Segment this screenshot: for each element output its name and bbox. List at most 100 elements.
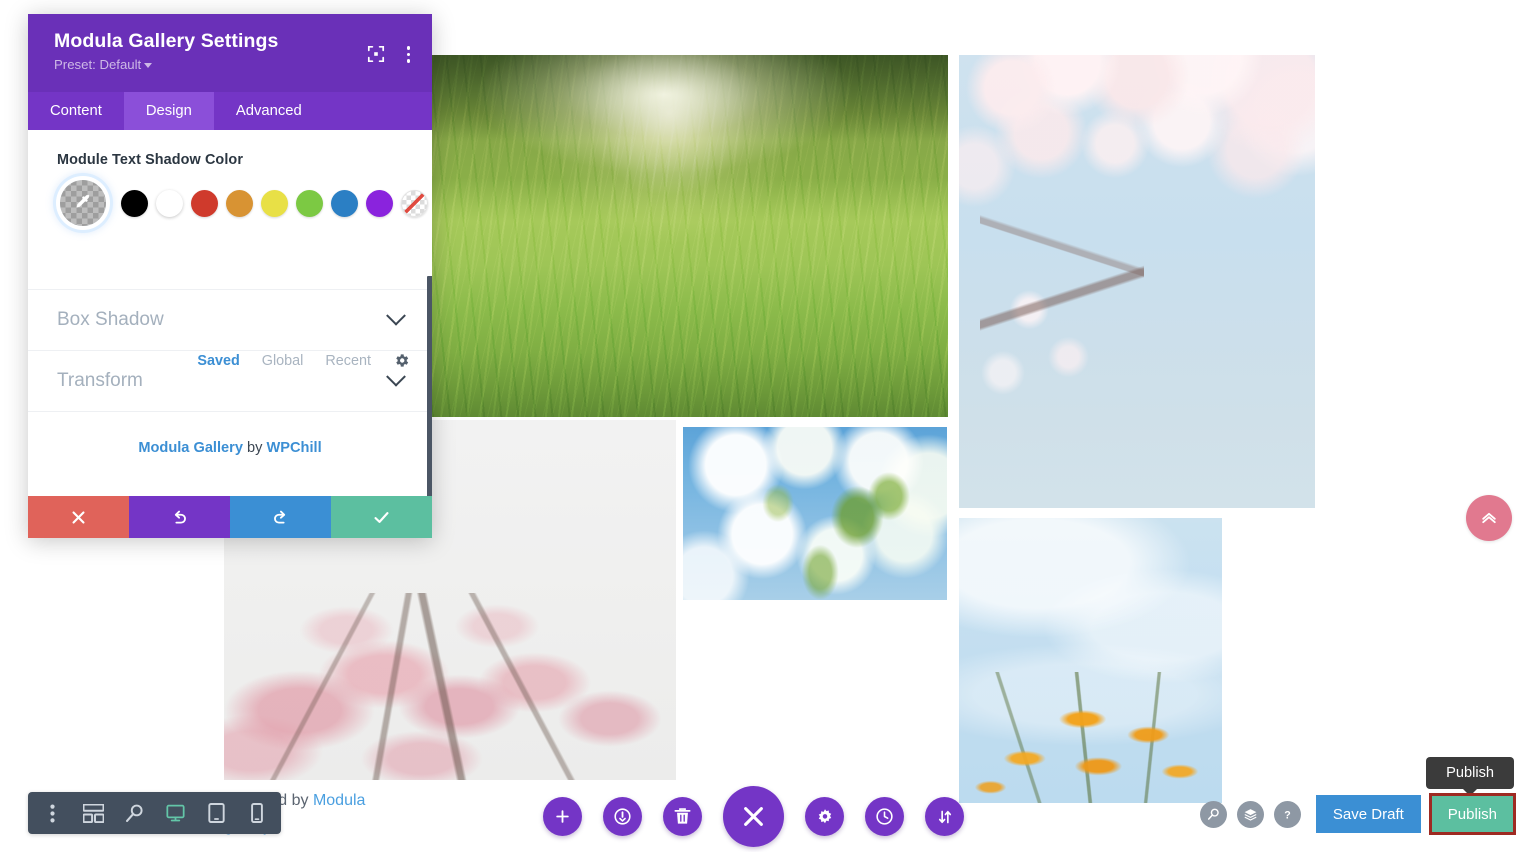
- help-button[interactable]: ?: [1273, 800, 1301, 828]
- wireframe-icon: [82, 803, 104, 823]
- color-picker-button[interactable]: [60, 180, 106, 226]
- eyedropper-icon: [75, 194, 89, 208]
- more-options-icon[interactable]: [403, 44, 415, 65]
- toolbar-tablet-icon[interactable]: [204, 801, 228, 825]
- publish-tooltip: Publish: [1426, 757, 1514, 789]
- chevron-down-icon: [386, 305, 406, 326]
- search-button[interactable]: [1199, 800, 1227, 828]
- picker-tab-saved[interactable]: Saved: [197, 353, 239, 369]
- close-x-icon: [744, 807, 763, 826]
- modal-scrollbar[interactable]: [427, 276, 432, 496]
- expand-icon[interactable]: [367, 45, 385, 63]
- swatch-red[interactable]: [191, 189, 218, 217]
- accordion-box-shadow[interactable]: Box Shadow: [28, 290, 432, 351]
- gallery-image-sakura-sky[interactable]: [959, 55, 1315, 508]
- up-down-arrows-icon: [938, 810, 951, 823]
- reorder-button[interactable]: [925, 797, 964, 836]
- redo-icon: [274, 510, 286, 524]
- toolbar-more-icon[interactable]: [40, 801, 64, 825]
- undo-icon: [174, 510, 186, 524]
- swatch-purple[interactable]: [366, 189, 393, 217]
- tab-content[interactable]: Content: [28, 92, 124, 130]
- toolbar-zoom-icon[interactable]: [122, 801, 146, 825]
- field-label-module-text-shadow-color: Module Text Shadow Color: [57, 152, 244, 168]
- header-actions: [367, 44, 415, 65]
- swatch-orange[interactable]: [226, 189, 253, 217]
- layers-icon: [1244, 808, 1257, 821]
- undo-button[interactable]: [129, 496, 230, 538]
- close-builder-button[interactable]: [723, 786, 784, 847]
- magnifier-icon: [1207, 808, 1219, 820]
- clock-icon: [876, 808, 893, 825]
- modula-link[interactable]: Modula: [313, 792, 365, 809]
- save-draft-button[interactable]: Save Draft: [1315, 795, 1421, 833]
- gallery-image-white-blossom[interactable]: [683, 427, 947, 600]
- toggle-builder-button[interactable]: [603, 797, 642, 836]
- gallery-image-grass-sunset[interactable]: [432, 55, 948, 417]
- modal-tabs: Content Design Advanced: [28, 92, 432, 130]
- toolbar-phone-icon[interactable]: [245, 801, 269, 825]
- swatch-white[interactable]: [156, 189, 183, 217]
- gear-icon: [818, 808, 831, 823]
- swatch-green[interactable]: [296, 189, 323, 217]
- layers-button[interactable]: [1236, 800, 1264, 828]
- save-draft-label: Save Draft: [1332, 805, 1404, 823]
- swatch-blue[interactable]: [331, 189, 358, 217]
- tab-advanced[interactable]: Advanced: [214, 92, 324, 130]
- settings-button[interactable]: [805, 797, 844, 836]
- tab-design[interactable]: Design: [123, 92, 214, 130]
- zoom-icon: [125, 804, 143, 822]
- color-source-tabs: Saved Global Recent: [197, 352, 410, 369]
- redo-button[interactable]: [230, 496, 331, 538]
- save-button[interactable]: [331, 496, 432, 538]
- more-dots-icon[interactable]: [28, 226, 94, 241]
- modula-gallery-credit-link[interactable]: Modula Gallery: [138, 440, 243, 456]
- accordion-label: Box Shadow: [57, 309, 164, 330]
- color-swatch-row: [28, 168, 432, 226]
- check-icon: [374, 511, 389, 523]
- gallery-image-cosmos[interactable]: [959, 518, 1222, 803]
- accordion-label: Transform: [57, 370, 143, 391]
- history-button[interactable]: [865, 797, 904, 836]
- question-mark-icon: ?: [1284, 809, 1290, 821]
- publish-button[interactable]: Publish: [1428, 793, 1517, 835]
- close-icon: [72, 510, 85, 524]
- preset-label: Preset: Default: [54, 57, 142, 72]
- builder-center-actions: [543, 786, 964, 847]
- builder-left-toolbar: [28, 792, 281, 834]
- toolbar-wireframe-icon[interactable]: [81, 801, 105, 825]
- trash-icon: [674, 808, 691, 824]
- module-settings-modal: Modula Gallery Settings Preset: Default …: [28, 14, 432, 538]
- credit-by: by: [242, 440, 267, 456]
- desktop-icon: [165, 804, 185, 822]
- chevron-up-icon: [1482, 512, 1496, 524]
- modal-body: Module Text Shadow Color Saved Global Re…: [28, 130, 432, 496]
- toolbar-desktop-icon[interactable]: [163, 801, 187, 825]
- publish-label: Publish: [1447, 805, 1497, 823]
- trash-button[interactable]: [663, 797, 702, 836]
- cancel-button[interactable]: [28, 496, 129, 538]
- picker-tab-recent[interactable]: Recent: [325, 353, 371, 369]
- wpchill-credit-link[interactable]: WPChill: [267, 440, 322, 456]
- power-icon: [614, 808, 631, 825]
- add-section-button[interactable]: [543, 797, 582, 836]
- tablet-icon: [207, 803, 225, 823]
- swatch-yellow[interactable]: [261, 189, 288, 217]
- svg-text:?: ?: [1284, 809, 1290, 821]
- chevron-down-icon: [386, 366, 406, 387]
- modal-header: Modula Gallery Settings Preset: Default: [28, 14, 432, 92]
- swatch-black[interactable]: [121, 189, 148, 217]
- modal-footer: [28, 496, 432, 538]
- preset-selector[interactable]: Preset: Default: [54, 57, 153, 72]
- builder-right-actions: ? Save Draft Publish: [1199, 793, 1517, 835]
- back-to-top-button[interactable]: [1466, 495, 1512, 541]
- plus-icon: [556, 810, 569, 823]
- publish-tooltip-label: Publish: [1446, 765, 1494, 781]
- chevron-down-icon: [144, 63, 153, 69]
- vertical-dots-icon: [49, 804, 55, 822]
- swatch-transparent[interactable]: [401, 189, 428, 217]
- page-title: Modula Gallery Settings: [54, 30, 279, 52]
- phone-icon: [251, 803, 263, 823]
- picker-tab-global[interactable]: Global: [262, 353, 304, 369]
- accordion-group: Box Shadow Transform: [28, 289, 432, 412]
